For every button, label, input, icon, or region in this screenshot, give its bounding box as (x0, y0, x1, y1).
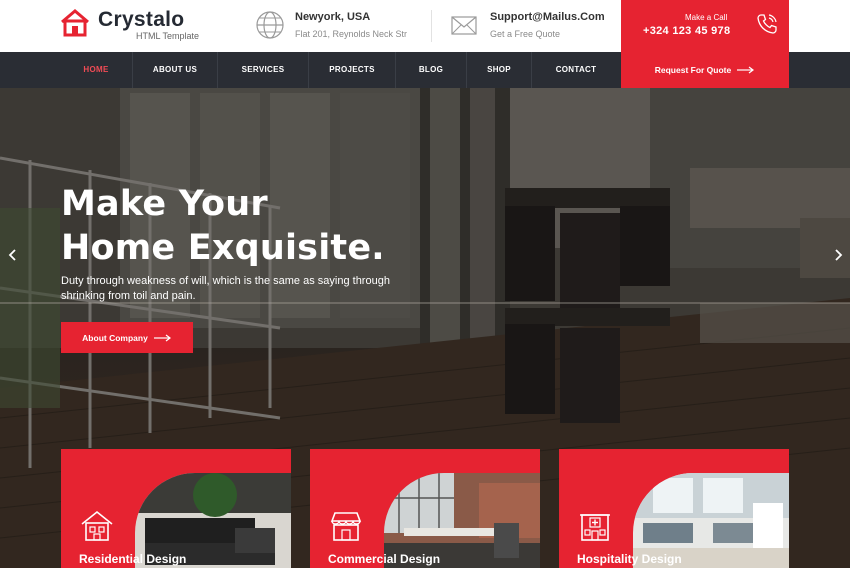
call-number[interactable]: +324 123 45 978 (643, 25, 730, 37)
house-logo-icon (61, 9, 89, 37)
service-card-hospitality[interactable]: Hospitality Design (559, 449, 789, 568)
email-subtitle: Get a Free Quote (490, 29, 561, 39)
nav-item-shop[interactable]: SHOP (467, 52, 531, 88)
nav-item-blog[interactable]: BLOG (396, 52, 466, 88)
service-card-commercial[interactable]: Commercial Design (310, 449, 540, 568)
brand-logo[interactable]: Crystalo HTML Template (60, 9, 199, 41)
request-quote-button[interactable]: Request For Quote (621, 52, 789, 88)
chevron-right-icon[interactable] (831, 248, 845, 262)
nav-item-home[interactable]: HOME (60, 52, 132, 88)
brand-name: Crystalo (98, 8, 185, 31)
globe-icon (256, 11, 284, 39)
arrow-right-icon (153, 334, 171, 341)
brand-tagline: HTML Template (136, 31, 200, 41)
location-address: Flat 201, Reynolds Neck Str (295, 29, 408, 39)
about-company-button[interactable]: About Company (61, 322, 193, 353)
hero-title-line2: Home Exquisite. (61, 228, 385, 268)
nav-item-about-us[interactable]: ABOUT US (133, 52, 217, 88)
call-box[interactable]: Make a Call +324 123 45 978 (621, 0, 789, 52)
location-title: Newyork, USA (295, 11, 371, 23)
location-info: Newyork, USA Flat 201, Reynolds Neck Str (255, 10, 407, 40)
nav-item-projects[interactable]: PROJECTS (309, 52, 395, 88)
shop-icon (330, 512, 362, 541)
hero-title: Make Your Home Exquisite. (61, 182, 385, 270)
hero-title-line1: Make Your (61, 184, 268, 224)
email-info[interactable]: Support@Mailus.Com Get a Free Quote (450, 10, 605, 40)
top-header: Crystalo HTML Template Newyork, USA Flat… (0, 0, 850, 52)
about-company-label: About Company (82, 332, 148, 343)
service-label-commercial[interactable]: Commercial Design (328, 552, 440, 566)
nav-item-contact[interactable]: CONTACT (532, 52, 620, 88)
header-divider (431, 10, 432, 42)
request-quote-label: Request For Quote (654, 65, 732, 75)
chevron-left-icon[interactable] (6, 248, 20, 262)
nav-item-services[interactable]: SERVICES (218, 52, 308, 88)
service-card-residential[interactable]: Residential Design (61, 449, 291, 568)
email-address[interactable]: Support@Mailus.Com (490, 10, 605, 24)
phone-icon (757, 14, 777, 34)
envelope-icon (451, 16, 477, 35)
hero-description: Duty through weakness of will, which is … (61, 275, 390, 302)
hospital-icon (580, 514, 610, 541)
arrow-right-icon (737, 66, 755, 74)
call-label: Make a Call (685, 13, 728, 22)
service-label-residential[interactable]: Residential Design (79, 552, 186, 566)
house-icon (81, 510, 113, 541)
service-label-hospitality[interactable]: Hospitality Design (577, 552, 682, 566)
